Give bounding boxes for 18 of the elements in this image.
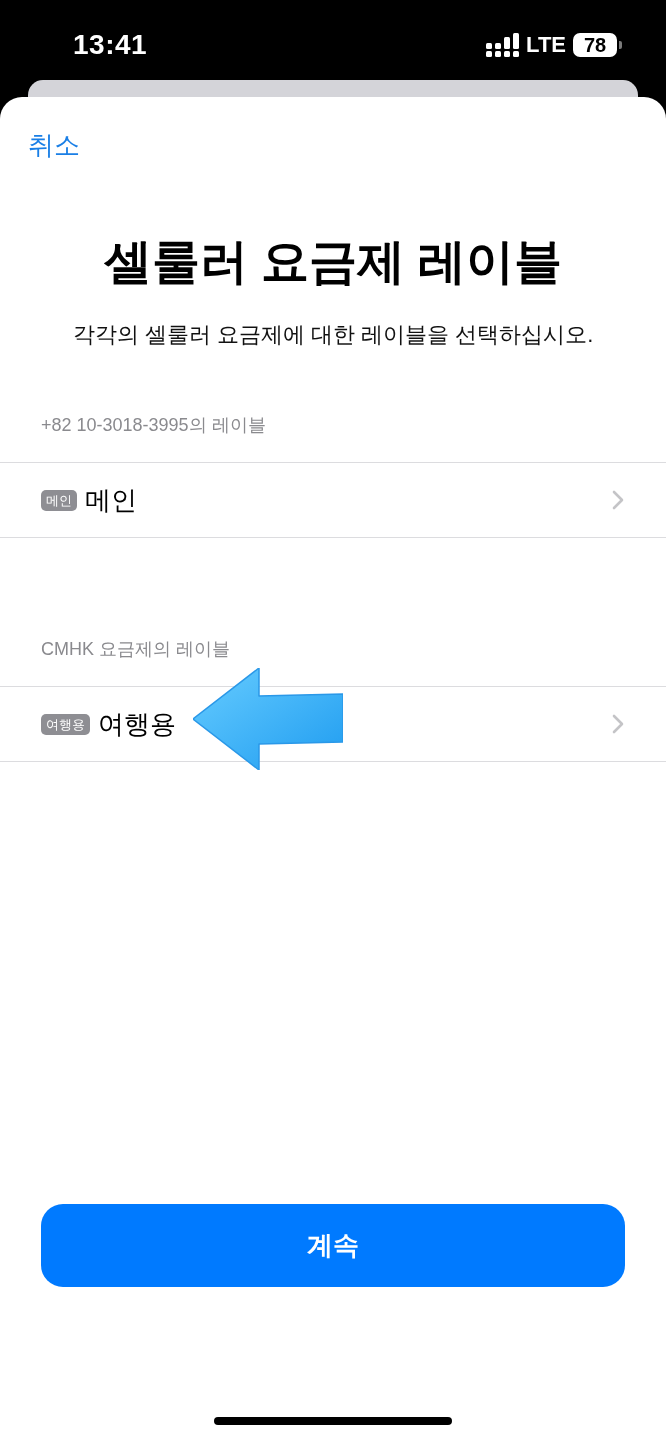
signal-icon — [486, 33, 520, 57]
plan-tag: 여행용 — [41, 713, 90, 735]
continue-button[interactable]: 계속 — [41, 1204, 625, 1287]
battery-cap-icon — [619, 41, 622, 49]
network-label: LTE — [526, 32, 566, 58]
sheet-title: 셀룰러 요금제 레이블 — [102, 234, 564, 290]
plan-label-name: 메인 — [85, 484, 137, 516]
status-time: 13:41 — [73, 29, 148, 61]
sheet-subtitle: 각각의 셀룰러 요금제에 대한 레이블을 선택하십시오. — [71, 321, 595, 349]
section-header: +82 10-3018-3995의 레이블 — [40, 414, 267, 437]
chevron-right-icon — [612, 714, 624, 734]
cancel-button[interactable]: 취소 — [28, 130, 80, 160]
plan-label-row[interactable]: 메인 메인 — [0, 462, 666, 538]
battery-indicator: 78 — [573, 33, 617, 57]
plan-tag: 메인 — [41, 489, 77, 511]
section-header: CMHK 요금제의 레이블 — [40, 638, 231, 661]
plan-label-name: 여행용 — [98, 708, 176, 740]
chevron-right-icon — [612, 490, 624, 510]
